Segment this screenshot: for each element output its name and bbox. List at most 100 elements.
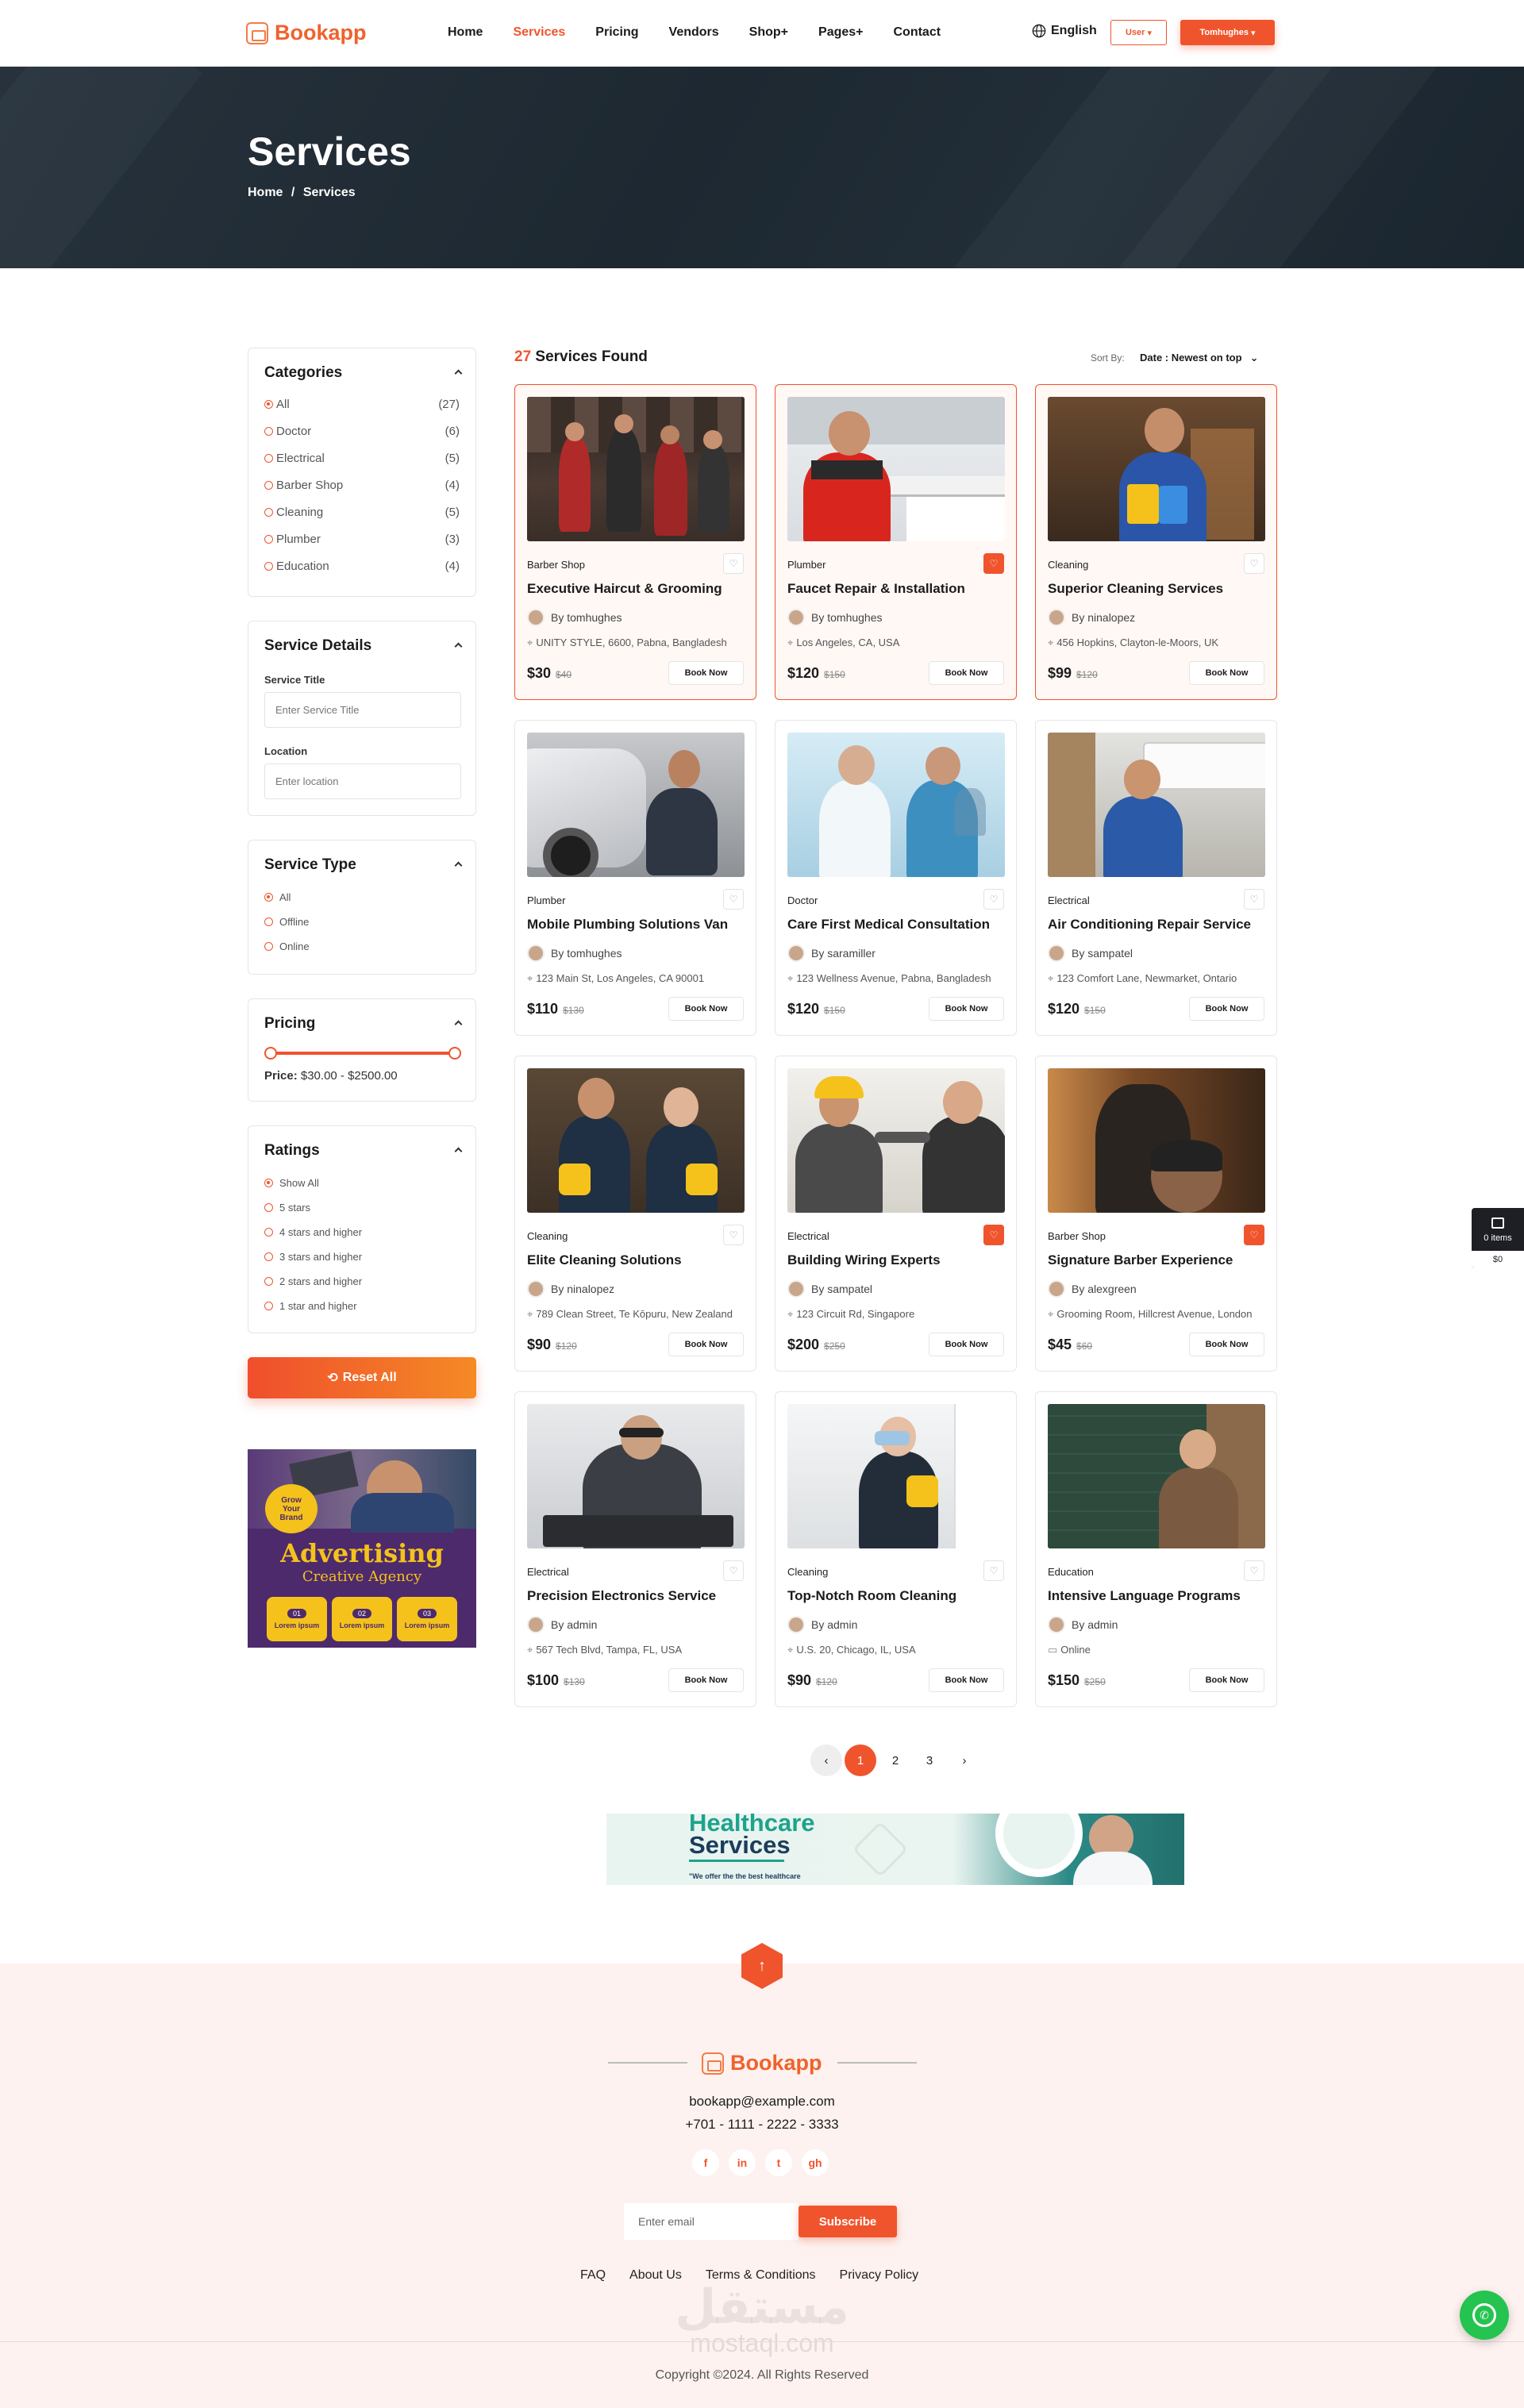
service-title-input[interactable]: Enter Service Title [264, 692, 461, 728]
footer-phone[interactable]: +701 - 1111 - 2222 - 3333 [0, 2117, 1524, 2133]
book-now-button[interactable]: Book Now [668, 1668, 744, 1692]
rating-option[interactable]: 5 stars [264, 1202, 460, 1214]
service-image[interactable] [527, 1068, 745, 1213]
nav-pricing[interactable]: Pricing [595, 25, 638, 40]
mini-cart[interactable]: 0 items $0 [1472, 1208, 1524, 1268]
service-type-option[interactable]: All [264, 891, 460, 903]
service-title[interactable]: Elite Cleaning Solutions [527, 1252, 745, 1268]
book-now-button[interactable]: Book Now [1189, 1668, 1264, 1692]
service-image[interactable] [1048, 397, 1265, 541]
heart-icon[interactable]: ♡ [723, 889, 744, 910]
service-image[interactable] [1048, 733, 1265, 877]
service-card[interactable]: Electrical ♡ Air Conditioning Repair Servi… [1035, 720, 1277, 1036]
service-title[interactable]: Care First Medical Consultation [787, 917, 1006, 933]
service-type-option[interactable]: Online [264, 941, 460, 952]
service-card[interactable]: Doctor ♡ Care First Medical Consultation By… [775, 720, 1017, 1036]
price-min-handle[interactable] [264, 1047, 277, 1060]
github-icon[interactable]: gh [802, 2149, 829, 2176]
service-card[interactable]: Cleaning ♡ Elite Cleaning Solutions By nina… [514, 1056, 756, 1371]
service-card[interactable]: Barber Shop ♡ Signature Barber Experience B… [1035, 1056, 1277, 1371]
category-item[interactable]: Cleaning (5) [264, 506, 460, 519]
heart-icon[interactable]: ♡ [983, 553, 1004, 574]
chevron-up-icon[interactable] [454, 642, 463, 651]
service-image[interactable] [787, 397, 1005, 541]
service-title[interactable]: Mobile Plumbing Solutions Van [527, 917, 745, 933]
rating-option[interactable]: Show All [264, 1177, 460, 1189]
rating-option[interactable]: 1 star and higher [264, 1300, 460, 1312]
category-item[interactable]: Plumber (3) [264, 533, 460, 546]
category-item[interactable]: Education (4) [264, 560, 460, 573]
chevron-up-icon[interactable] [454, 861, 463, 870]
page-number[interactable]: 2 [879, 1744, 911, 1776]
book-now-button[interactable]: Book Now [1189, 1333, 1264, 1356]
rating-option[interactable]: 2 stars and higher [264, 1275, 460, 1287]
heart-icon[interactable]: ♡ [1244, 553, 1264, 574]
nav-shop[interactable]: Shop+ [749, 25, 788, 40]
footer-logo[interactable]: Bookapp [702, 2051, 822, 2075]
heart-icon[interactable]: ♡ [1244, 1225, 1264, 1245]
service-card[interactable]: Electrical ♡ Precision Electronics Service… [514, 1391, 756, 1707]
heart-icon[interactable]: ♡ [723, 1560, 744, 1581]
category-item[interactable]: Electrical (5) [264, 452, 460, 465]
price-max-handle[interactable] [448, 1047, 461, 1060]
language-selector[interactable]: English [1032, 24, 1097, 38]
twitter-icon[interactable]: t [765, 2149, 792, 2176]
service-title[interactable]: Air Conditioning Repair Service [1048, 917, 1266, 933]
chevron-up-icon[interactable] [454, 369, 463, 378]
heart-icon[interactable]: ♡ [723, 1225, 744, 1245]
book-now-button[interactable]: Book Now [929, 997, 1004, 1021]
reset-all-button[interactable]: ⟲ Reset All [248, 1357, 476, 1398]
healthcare-banner[interactable]: Healthcare Services "We offer the the be… [606, 1814, 1184, 1885]
service-title[interactable]: Executive Haircut & Grooming [527, 581, 745, 597]
sort-select[interactable]: Date : Newest on top ⌄ [1140, 352, 1258, 364]
service-image[interactable] [1048, 1404, 1265, 1548]
category-item[interactable]: Barber Shop (4) [264, 479, 460, 492]
linkedin-icon[interactable]: in [729, 2149, 756, 2176]
rating-option[interactable]: 4 stars and higher [264, 1226, 460, 1238]
service-image[interactable] [787, 733, 1005, 877]
service-title[interactable]: Precision Electronics Service [527, 1588, 745, 1604]
book-now-button[interactable]: Book Now [929, 1668, 1004, 1692]
service-card[interactable]: Plumber ♡ Faucet Repair & Installation By t… [775, 384, 1017, 700]
service-image[interactable] [527, 397, 745, 541]
breadcrumb-home[interactable]: Home [248, 186, 283, 199]
book-now-button[interactable]: Book Now [1189, 661, 1264, 685]
footer-email[interactable]: bookapp@example.com [0, 2094, 1524, 2110]
whatsapp-button[interactable]: ✆ [1460, 2291, 1509, 2340]
nav-services[interactable]: Services [513, 25, 565, 40]
category-item[interactable]: Doctor (6) [264, 425, 460, 438]
book-now-button[interactable]: Book Now [668, 1333, 744, 1356]
service-title[interactable]: Signature Barber Experience [1048, 1252, 1266, 1268]
rating-option[interactable]: 3 stars and higher [264, 1251, 460, 1263]
book-now-button[interactable]: Book Now [1189, 997, 1264, 1021]
service-image[interactable] [787, 1404, 1005, 1548]
book-now-button[interactable]: Book Now [668, 997, 744, 1021]
service-title[interactable]: Building Wiring Experts [787, 1252, 1006, 1268]
service-card[interactable]: Cleaning ♡ Superior Cleaning Services By ni… [1035, 384, 1277, 700]
account-button[interactable]: Tomhughes ▾ [1180, 20, 1275, 45]
page-number[interactable]: 3 [914, 1744, 945, 1776]
service-title[interactable]: Intensive Language Programs [1048, 1588, 1266, 1604]
scroll-top-button[interactable]: ↑ [741, 1943, 783, 1989]
chevron-up-icon[interactable] [454, 1147, 463, 1156]
prev-page-button[interactable]: ‹ [810, 1744, 842, 1776]
heart-icon[interactable]: ♡ [983, 889, 1004, 910]
service-image[interactable] [1048, 1068, 1265, 1213]
user-button[interactable]: User ▾ [1110, 20, 1167, 45]
service-card[interactable]: Cleaning ♡ Top-Notch Room Cleaning By admin… [775, 1391, 1017, 1707]
next-page-button[interactable]: › [949, 1744, 980, 1776]
service-image[interactable] [527, 1404, 745, 1548]
location-input[interactable]: Enter location [264, 764, 461, 799]
facebook-icon[interactable]: f [692, 2149, 719, 2176]
service-card[interactable]: Electrical ♡ Building Wiring Experts By sam… [775, 1056, 1017, 1371]
heart-icon[interactable]: ♡ [1244, 1560, 1264, 1581]
heart-icon[interactable]: ♡ [1244, 889, 1264, 910]
book-now-button[interactable]: Book Now [668, 661, 744, 685]
advertising-banner[interactable]: Grow Your Brand Advertising Creative Agenc… [248, 1449, 476, 1648]
service-title[interactable]: Faucet Repair & Installation [787, 581, 1006, 597]
service-card[interactable]: Plumber ♡ Mobile Plumbing Solutions Van By … [514, 720, 756, 1036]
heart-icon[interactable]: ♡ [983, 1560, 1004, 1581]
subscribe-button[interactable]: Subscribe [799, 2206, 897, 2237]
book-now-button[interactable]: Book Now [929, 661, 1004, 685]
nav-pages[interactable]: Pages+ [818, 25, 863, 40]
